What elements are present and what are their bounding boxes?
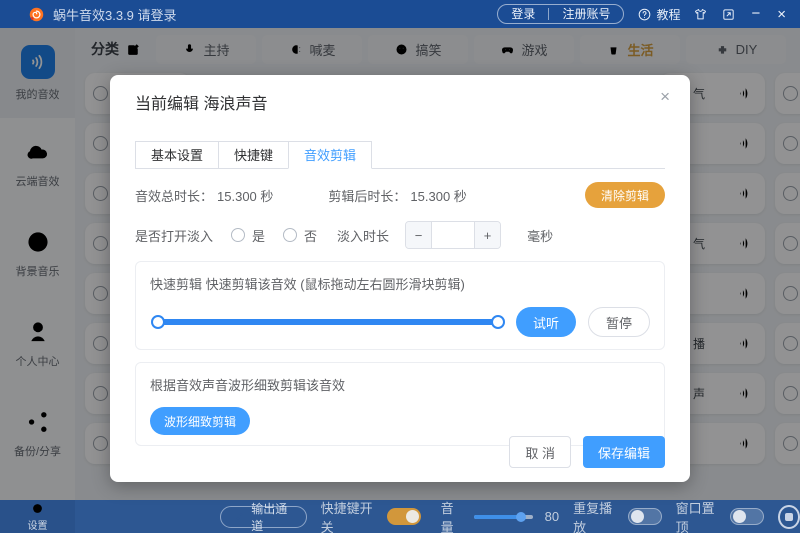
output-channel-label: 输出通道 [251, 501, 288, 533]
repeat-label: 重复播放 [573, 500, 613, 533]
modal-tabs: 基本设置 快捷键 音效剪辑 [135, 141, 665, 169]
waveform-edit-button[interactable]: 波形细致剪辑 [150, 407, 251, 435]
login-button[interactable]: 登录 [498, 5, 548, 23]
toggle-knob [405, 510, 419, 523]
trim-handle-right[interactable] [490, 315, 505, 329]
settings-label: 设置 [27, 521, 48, 532]
radio-label: 否 [304, 228, 318, 244]
close-icon[interactable]: × [660, 88, 670, 105]
fade-no-radio[interactable]: 否 [283, 226, 317, 245]
clear-edit-button[interactable]: 清除剪辑 [584, 182, 665, 208]
topmost-label: 窗口置顶 [675, 500, 715, 533]
duration-row: 音效总时长： 15.300 秒 剪辑后时长： 15.300 秒 清除剪辑 [135, 182, 665, 208]
resize-window-icon[interactable] [721, 7, 736, 22]
hotkey-switch-label: 快捷键开关 [320, 500, 373, 533]
repeat-toggle[interactable] [627, 508, 662, 525]
total-duration-value: 15.300 秒 [217, 188, 274, 204]
fade-row: 是否打开淡入 是 否 淡入时长 − + 毫秒 [135, 221, 665, 249]
volume-slider[interactable] [473, 511, 533, 522]
tab-basic-settings[interactable]: 基本设置 [135, 141, 220, 169]
volume-label: 音量 [440, 500, 454, 533]
total-duration-label: 音效总时长： [135, 188, 214, 204]
fade-yes-radio[interactable]: 是 [231, 226, 265, 245]
tutorial-label: 教程 [656, 7, 681, 22]
edited-duration-value: 15.300 秒 [410, 188, 467, 204]
trim-slider[interactable] [151, 315, 505, 329]
edited-duration-label: 剪辑后时长： [328, 188, 407, 204]
channel-mixer-icon [235, 513, 244, 520]
modal-title: 当前编辑 海浪声音 [135, 96, 268, 113]
waveform-description: 根据音效声音波形细致剪辑该音效 [150, 378, 346, 393]
fade-question-label: 是否打开淡入 [135, 228, 214, 244]
volume-handle[interactable] [515, 511, 526, 522]
skin-theme-icon[interactable] [693, 7, 708, 22]
decrease-button[interactable]: − [406, 222, 433, 248]
trim-handle-left[interactable] [151, 315, 165, 329]
tab-sound-editing[interactable]: 音效剪辑 [288, 141, 373, 169]
minimize-button[interactable]: − [749, 6, 762, 21]
fade-duration-label: 淡入时长 [337, 228, 390, 244]
quick-edit-description: 快速剪辑 快速剪辑该音效 (鼠标拖动左右圆形滑块剪辑) [150, 277, 465, 292]
edit-sound-modal: 当前编辑 海浪声音 × 基本设置 快捷键 音效剪辑 音效总时长： 15.300 … [110, 75, 690, 482]
app-window: 蜗牛音效3.3.9 请登录 登录 注册账号 教程 − × 我的音效 云端音效 背… [0, 0, 800, 533]
fade-duration-input[interactable] [432, 222, 475, 248]
output-channel-button[interactable]: 输出通道 [220, 502, 307, 533]
toggle-knob [630, 510, 644, 523]
tab-hotkeys[interactable]: 快捷键 [218, 141, 290, 169]
gear-icon [33, 504, 42, 513]
save-edit-button[interactable]: 保存编辑 [582, 436, 665, 468]
stop-icon [785, 512, 794, 521]
question-circle-icon [639, 8, 651, 20]
snail-logo-icon [29, 7, 44, 21]
tutorial-button[interactable]: 教程 [637, 6, 680, 23]
preview-button[interactable]: 试听 [515, 307, 576, 337]
volume-value: 80 [544, 509, 560, 524]
close-window-button[interactable]: × [775, 6, 788, 23]
register-button[interactable]: 注册账号 [549, 5, 623, 23]
hotkey-toggle[interactable] [386, 508, 421, 525]
toggle-knob [733, 510, 747, 523]
auth-buttons: 登录 注册账号 [497, 4, 625, 24]
trim-slider-row: 试听 暂停 [150, 307, 650, 337]
waveform-edit-panel: 根据音效声音波形细致剪辑该音效 波形细致剪辑 [135, 362, 665, 446]
cancel-button[interactable]: 取 消 [509, 436, 571, 468]
fade-duration-stepper: − + [405, 221, 502, 249]
quick-edit-panel: 快速剪辑 快速剪辑该音效 (鼠标拖动左右圆形滑块剪辑) 试听 暂停 [135, 261, 665, 350]
radio-circle-icon[interactable] [283, 228, 298, 242]
bottombar: 设置 输出通道 快捷键开关 音量 80 重复播放 窗口置顶 [0, 500, 800, 533]
volume-fill [473, 514, 521, 519]
radio-label: 是 [252, 228, 266, 244]
fade-unit-label: 毫秒 [527, 228, 554, 244]
sidebar-item-settings[interactable]: 设置 [0, 500, 75, 533]
stop-button[interactable] [778, 504, 800, 529]
radio-circle-icon[interactable] [231, 228, 246, 242]
topmost-toggle[interactable] [730, 508, 765, 525]
titlebar: 蜗牛音效3.3.9 请登录 登录 注册账号 教程 − × [0, 0, 800, 28]
modal-footer: 取 消 保存编辑 [509, 436, 665, 468]
pause-button[interactable]: 暂停 [587, 307, 650, 337]
app-title: 蜗牛音效3.3.9 请登录 [53, 7, 177, 23]
increase-button[interactable]: + [474, 222, 501, 248]
